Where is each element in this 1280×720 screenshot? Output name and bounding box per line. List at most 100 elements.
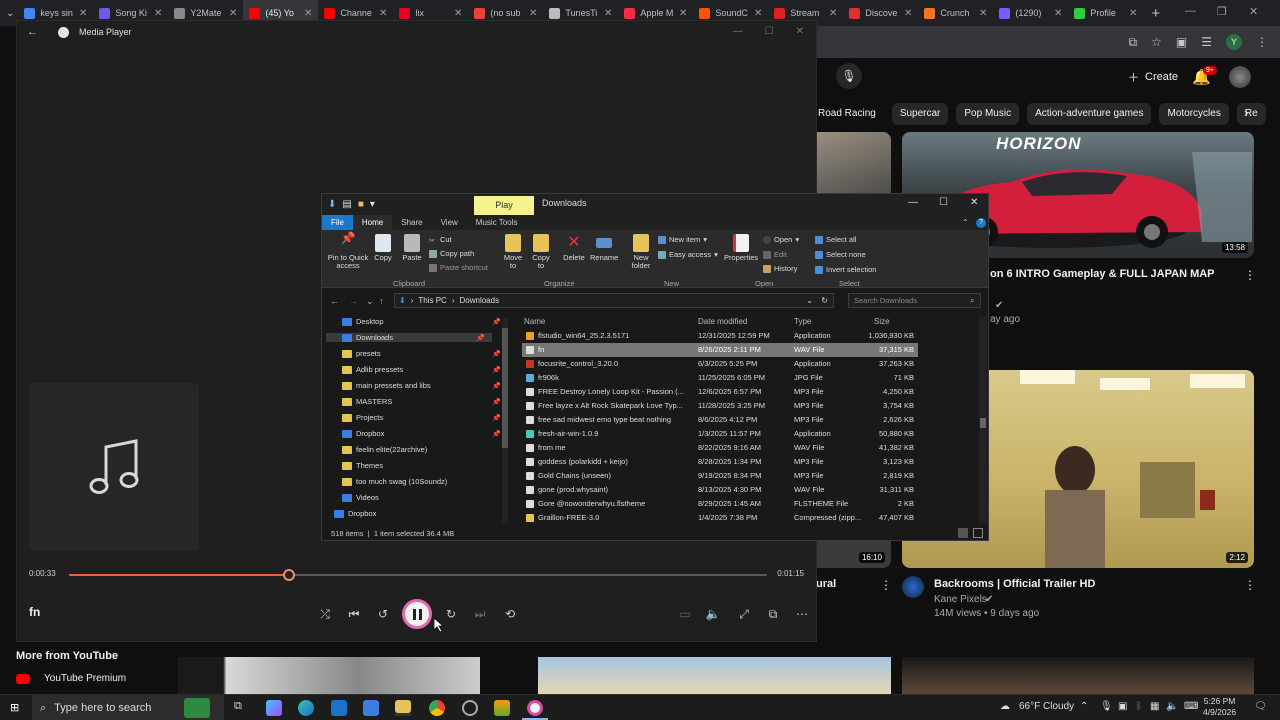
- context-tab-play[interactable]: Play: [474, 196, 534, 215]
- shelf-thumbnail-3[interactable]: [902, 657, 1254, 694]
- file-row[interactable]: Free layze x Alt Rock Skatepark Love Typ…: [522, 399, 918, 413]
- video-more-options-icon[interactable]: ⋮: [880, 578, 892, 592]
- maximize-icon[interactable]: ☐: [765, 26, 774, 37]
- file-row[interactable]: from me 8/22/2025 9:16 AM WAV File 41,382 K…: [522, 441, 918, 455]
- file-row[interactable]: Gold Chains (unseen) 9/19/2025 8:34 PM MP3…: [522, 469, 918, 483]
- move-to-button[interactable]: Move to: [502, 234, 524, 270]
- column-header-size[interactable]: Size: [874, 317, 890, 326]
- easy-access-button[interactable]: Easy access ▾: [658, 250, 718, 259]
- more-options-icon[interactable]: ⋯: [792, 604, 812, 624]
- copilot-icon[interactable]: [266, 700, 282, 716]
- copy-to-button[interactable]: Copy to: [530, 234, 552, 270]
- navigation-pane-scrollbar[interactable]: [502, 318, 508, 523]
- youtube-premium-link[interactable]: YouTube Premium: [16, 673, 126, 684]
- pause-button[interactable]: [402, 599, 432, 629]
- file-row[interactable]: goddess (polarkidd + keijo) 8/28/2025 1:3…: [522, 455, 918, 469]
- file-row[interactable]: flstudio_win64_25.2.3.5171 12/31/2025 12:…: [522, 329, 918, 343]
- fl-studio-icon[interactable]: [494, 700, 510, 716]
- chip-pop-music[interactable]: Pop Music: [956, 103, 1020, 125]
- refresh-icon[interactable]: ↻: [821, 296, 828, 305]
- chip-road-racing[interactable]: Road Racing: [816, 103, 884, 125]
- navigation-pane-scroll-thumb[interactable]: [502, 328, 508, 448]
- tray-app-icon-2[interactable]: ▣: [1118, 701, 1127, 712]
- close-icon[interactable]: ✕: [796, 26, 804, 37]
- mail-icon[interactable]: [331, 700, 347, 716]
- edge-browser-icon[interactable]: [298, 700, 314, 716]
- file-row[interactable]: focusrite_control_3.20.0 6/3/2025 5:25 PM…: [522, 357, 918, 371]
- taskbar-search-box[interactable]: ⌕ Type here to search: [32, 695, 224, 720]
- maximize-icon[interactable]: ☐: [939, 197, 948, 208]
- tab-close-icon[interactable]: ✕: [1054, 8, 1062, 19]
- copy-path-button[interactable]: Copy path: [429, 249, 474, 258]
- taskbar-clock[interactable]: 5:26 PM 4/9/2026: [1203, 696, 1236, 718]
- weather-text[interactable]: 66°F Cloudy: [1019, 701, 1074, 712]
- file-list-scrollbar[interactable]: [979, 316, 987, 524]
- edit-button[interactable]: Edit: [763, 250, 787, 259]
- nav-item[interactable]: presets 📌: [342, 349, 501, 358]
- browser-minimize-icon[interactable]: —: [1185, 5, 1196, 17]
- details-view-icon[interactable]: [958, 528, 968, 538]
- new-folder-qa-icon[interactable]: ■: [358, 199, 364, 210]
- bluetooth-icon[interactable]: ᛒ: [1136, 701, 1142, 712]
- chrome-icon[interactable]: [429, 700, 445, 716]
- paste-button[interactable]: Paste: [400, 234, 424, 262]
- file-row[interactable]: fn 8/26/2025 2:11 PM WAV File 37,315 KB: [522, 343, 918, 357]
- windows-start-icon[interactable]: ⊞: [10, 701, 19, 714]
- invert-selection-button[interactable]: Invert selection: [815, 265, 876, 274]
- chip-partial[interactable]: Re: [1236, 103, 1266, 125]
- browser-tab[interactable]: Profile ✕: [1068, 0, 1143, 26]
- tab-share[interactable]: Share: [392, 215, 431, 230]
- bookmark-star-icon[interactable]: ☆: [1151, 35, 1162, 49]
- browser-tab[interactable]: (1290) ✕: [993, 0, 1068, 26]
- nav-item[interactable]: main pressets and libs 📌: [342, 381, 501, 390]
- video-title[interactable]: on 6 INTRO Gameplay & FULL JAPAN MAP: [990, 268, 1215, 280]
- task-view-icon[interactable]: ⧉: [234, 700, 242, 713]
- tab-close-icon[interactable]: ✕: [904, 8, 912, 19]
- new-folder-button[interactable]: New folder: [627, 234, 655, 270]
- nav-item[interactable]: Projects 📌: [342, 413, 501, 422]
- tab-view[interactable]: View: [432, 215, 467, 230]
- column-header-type[interactable]: Type: [794, 317, 811, 326]
- media-player-taskbar-icon[interactable]: [527, 700, 543, 716]
- skip-forward-30-icon[interactable]: ↻: [441, 604, 461, 624]
- tray-overflow-icon[interactable]: ⌃: [1080, 701, 1088, 712]
- video-thumbnail-partial-bottom[interactable]: 16:10: [816, 540, 891, 568]
- back-arrow-icon[interactable]: ←: [330, 296, 339, 306]
- paste-shortcut-button[interactable]: Paste shortcut: [429, 263, 488, 272]
- seek-bar-thumb[interactable]: [282, 569, 295, 581]
- shelf-thumbnail-2[interactable]: [538, 657, 891, 694]
- file-row[interactable]: fr906k 11/25/2025 6:05 PM JPG File 71 KB: [522, 371, 918, 385]
- nav-item[interactable]: Desktop 📌: [342, 317, 501, 326]
- video-title-partial[interactable]: ural: [816, 578, 836, 590]
- nav-item[interactable]: Videos: [342, 493, 379, 502]
- recent-dropdown-icon[interactable]: ⌄: [366, 296, 374, 307]
- select-none-button[interactable]: Select none: [815, 250, 866, 259]
- tab-music-tools[interactable]: Music Tools: [467, 215, 527, 230]
- create-button[interactable]: ＋ Create: [1118, 65, 1188, 89]
- forward-arrow-icon[interactable]: →: [349, 296, 358, 306]
- properties-qa-icon[interactable]: ▤: [342, 199, 351, 210]
- previous-track-icon[interactable]: ⏮: [344, 604, 364, 624]
- tab-close-icon[interactable]: ✕: [154, 8, 162, 19]
- file-explorer-taskbar-icon[interactable]: [395, 700, 411, 716]
- minimize-icon[interactable]: —: [908, 197, 918, 208]
- nav-item[interactable]: Dropbox: [334, 509, 376, 518]
- repeat-off-icon[interactable]: ⟲: [500, 604, 520, 624]
- close-icon[interactable]: ✕: [970, 197, 978, 208]
- up-arrow-icon[interactable]: ↑: [379, 296, 384, 306]
- search-input[interactable]: Search Downloads: [848, 293, 981, 308]
- nav-item[interactable]: Dropbox 📌: [342, 429, 501, 438]
- tab-close-icon[interactable]: ✕: [379, 8, 387, 19]
- browser-menu-icon[interactable]: ⋮: [1256, 35, 1268, 49]
- volume-icon[interactable]: 🔈: [703, 604, 723, 624]
- seek-bar[interactable]: [69, 569, 767, 581]
- chip-supercar[interactable]: Supercar: [891, 103, 949, 125]
- tab-close-icon[interactable]: ✕: [79, 8, 87, 19]
- nav-item[interactable]: Adlib pressets 📌: [342, 365, 501, 374]
- minimize-icon[interactable]: —: [733, 26, 743, 37]
- video-more-options-icon[interactable]: ⋮: [1244, 268, 1256, 282]
- breadcrumb-downloads[interactable]: Downloads: [460, 296, 500, 305]
- column-header-name[interactable]: Name: [524, 317, 545, 326]
- network-icon[interactable]: ▦: [1150, 701, 1159, 712]
- file-row[interactable]: fresh-air-win-1.0.9 1/3/2025 11:57 PM Appl…: [522, 427, 918, 441]
